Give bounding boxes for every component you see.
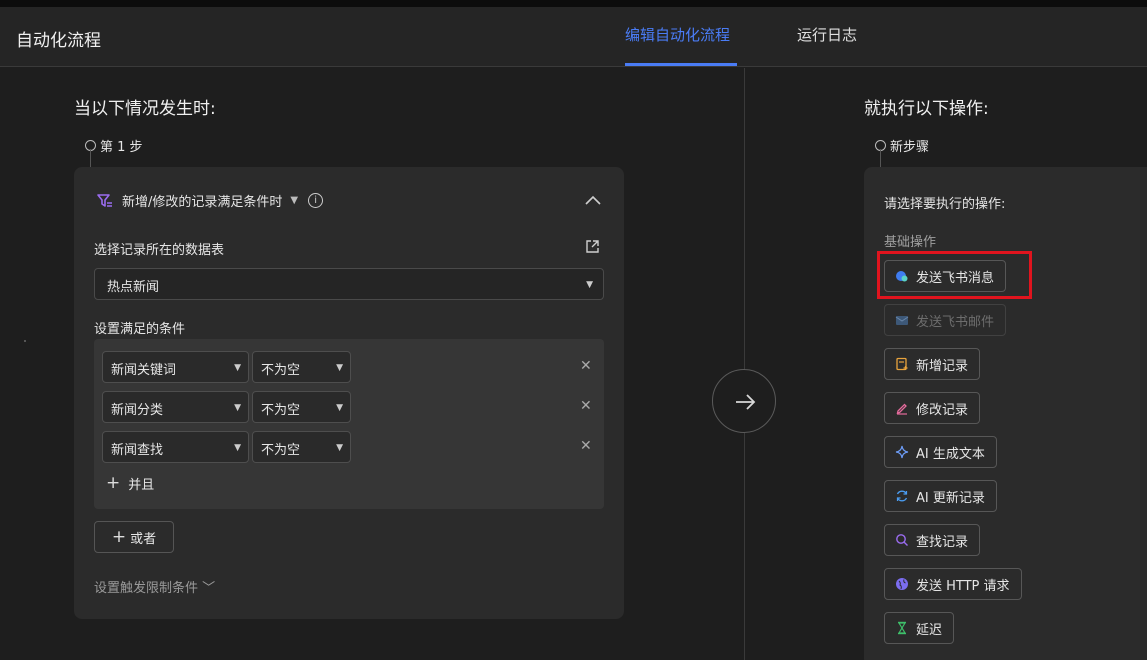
arrow-right-icon xyxy=(736,394,756,410)
tab-edit-automation[interactable]: 编辑自动化流程 xyxy=(625,24,730,45)
new-step-text: 新步骤 xyxy=(890,140,930,155)
plus-icon: + xyxy=(106,473,121,493)
external-link-icon[interactable] xyxy=(585,239,600,254)
stray-dot xyxy=(24,340,26,342)
conditions-group: 新闻关键词 ▼ 不为空 ▼ ✕ 新闻分类 ▼ 不为空 ▼ ✕ 新闻查找 ▼ 不为… xyxy=(94,339,604,509)
condition-operator-select[interactable]: 不为空 ▼ xyxy=(252,351,351,383)
table-select[interactable]: 热点新闻 ▼ xyxy=(94,268,604,300)
action-label: 发送 HTTP 请求 xyxy=(916,578,1010,594)
table-select-label: 选择记录所在的数据表 xyxy=(94,243,225,258)
basic-actions-label: 基础操作 xyxy=(884,235,937,250)
add-or-group-button[interactable]: + 或者 xyxy=(94,521,174,553)
step-connector xyxy=(90,149,91,167)
action-card: 请选择要执行的操作: 基础操作 发送飞书消息 发送飞书邮件 新增记录 修改记录 xyxy=(864,167,1147,660)
step-connector xyxy=(880,149,881,167)
header: 自动化流程 编辑自动化流程 运行日志 xyxy=(0,7,1147,67)
when-section-title: 当以下情况发生时: xyxy=(74,99,216,119)
action-label: AI 生成文本 xyxy=(916,446,985,462)
info-icon[interactable]: i xyxy=(308,193,324,208)
highlight-box xyxy=(877,251,1032,299)
table-select-value: 热点新闻 xyxy=(107,280,160,295)
condition-field-select[interactable]: 新闻关键词 ▼ xyxy=(102,351,249,383)
or-label: 或者 xyxy=(130,531,157,547)
step-1-text: 第 1 步 xyxy=(100,140,143,155)
condition-operator-select[interactable]: 不为空 ▼ xyxy=(252,391,351,423)
action-label: AI 更新记录 xyxy=(916,490,985,506)
action-label: 延迟 xyxy=(916,622,943,638)
action-label: 发送飞书邮件 xyxy=(916,314,995,330)
trigger-card: 新增/修改的记录满足条件时 ▼ i 选择记录所在的数据表 热点新闻 ▼ 设置满足… xyxy=(74,167,624,619)
conditions-label: 设置满足的条件 xyxy=(94,322,186,337)
action-label: 修改记录 xyxy=(916,402,969,418)
then-section-title: 就执行以下操作: xyxy=(864,99,989,119)
caret-down-icon: ▼ xyxy=(336,403,343,413)
action-send-http-request[interactable]: 发送 HTTP 请求 xyxy=(884,568,1022,600)
caret-down-icon: ▼ xyxy=(234,443,241,453)
filter-icon xyxy=(97,193,112,207)
condition-operator-value: 不为空 xyxy=(261,403,301,418)
tab-run-log[interactable]: 运行日志 xyxy=(797,24,857,45)
globe-icon xyxy=(896,578,908,590)
trigger-type-selector[interactable]: 新增/修改的记录满足条件时 ▼ i xyxy=(96,191,324,210)
new-step-label: 新步骤 xyxy=(875,136,929,155)
action-delay[interactable]: 延迟 xyxy=(884,612,955,644)
edit-pen-icon xyxy=(896,403,907,415)
caret-down-icon: ▼ xyxy=(234,403,241,413)
refresh-icon xyxy=(896,490,908,502)
search-icon xyxy=(896,534,908,546)
window-top-strip xyxy=(0,0,1147,7)
mail-icon xyxy=(895,316,909,325)
chevron-down-icon: ▼ xyxy=(290,195,299,206)
add-record-icon xyxy=(896,357,908,371)
action-add-record[interactable]: 新增记录 xyxy=(884,348,981,380)
condition-operator-value: 不为空 xyxy=(261,443,301,458)
action-edit-record[interactable]: 修改记录 xyxy=(884,392,981,424)
condition-field-value: 新闻关键词 xyxy=(111,363,177,378)
hourglass-icon xyxy=(897,621,907,635)
trigger-limit-label: 设置触发限制条件 xyxy=(94,581,199,596)
caret-down-icon: ▼ xyxy=(586,280,593,290)
step-1-label: 第 1 步 xyxy=(85,136,143,155)
action-send-feishu-mail: 发送飞书邮件 xyxy=(884,304,1007,336)
condition-operator-select[interactable]: 不为空 ▼ xyxy=(252,431,351,463)
caret-down-icon: ▼ xyxy=(336,443,343,453)
ai-sparkle-icon xyxy=(895,445,909,459)
action-ai-generate-text[interactable]: AI 生成文本 xyxy=(884,436,997,468)
active-tab-indicator xyxy=(625,63,737,66)
remove-condition-icon[interactable]: ✕ xyxy=(580,438,592,454)
trigger-limit-link[interactable]: 设置触发限制条件 ﹀ xyxy=(94,577,215,596)
remove-condition-icon[interactable]: ✕ xyxy=(580,358,592,374)
add-and-condition-button[interactable]: + 并且 xyxy=(106,473,154,493)
flow-arrow xyxy=(712,369,776,433)
caret-down-icon: ▼ xyxy=(336,363,343,373)
plus-icon: + xyxy=(111,527,127,547)
app-title: 自动化流程 xyxy=(16,31,101,51)
action-ai-update-record[interactable]: AI 更新记录 xyxy=(884,480,997,512)
action-label: 查找记录 xyxy=(916,534,969,550)
condition-field-value: 新闻分类 xyxy=(111,403,164,418)
action-find-record[interactable]: 查找记录 xyxy=(884,524,981,556)
condition-field-select[interactable]: 新闻查找 ▼ xyxy=(102,431,249,463)
panel-divider xyxy=(744,68,745,660)
chevron-down-icon: ﹀ xyxy=(202,581,216,596)
remove-condition-icon[interactable]: ✕ xyxy=(580,398,592,414)
and-label: 并且 xyxy=(128,477,155,493)
caret-down-icon: ▼ xyxy=(234,363,241,373)
action-label: 新增记录 xyxy=(916,358,969,374)
condition-field-value: 新闻查找 xyxy=(111,443,164,458)
choose-action-label: 请选择要执行的操作: xyxy=(884,197,1006,212)
trigger-type-label: 新增/修改的记录满足条件时 xyxy=(122,195,283,210)
condition-operator-value: 不为空 xyxy=(261,363,301,378)
chevron-up-icon[interactable] xyxy=(584,193,602,207)
condition-field-select[interactable]: 新闻分类 ▼ xyxy=(102,391,249,423)
